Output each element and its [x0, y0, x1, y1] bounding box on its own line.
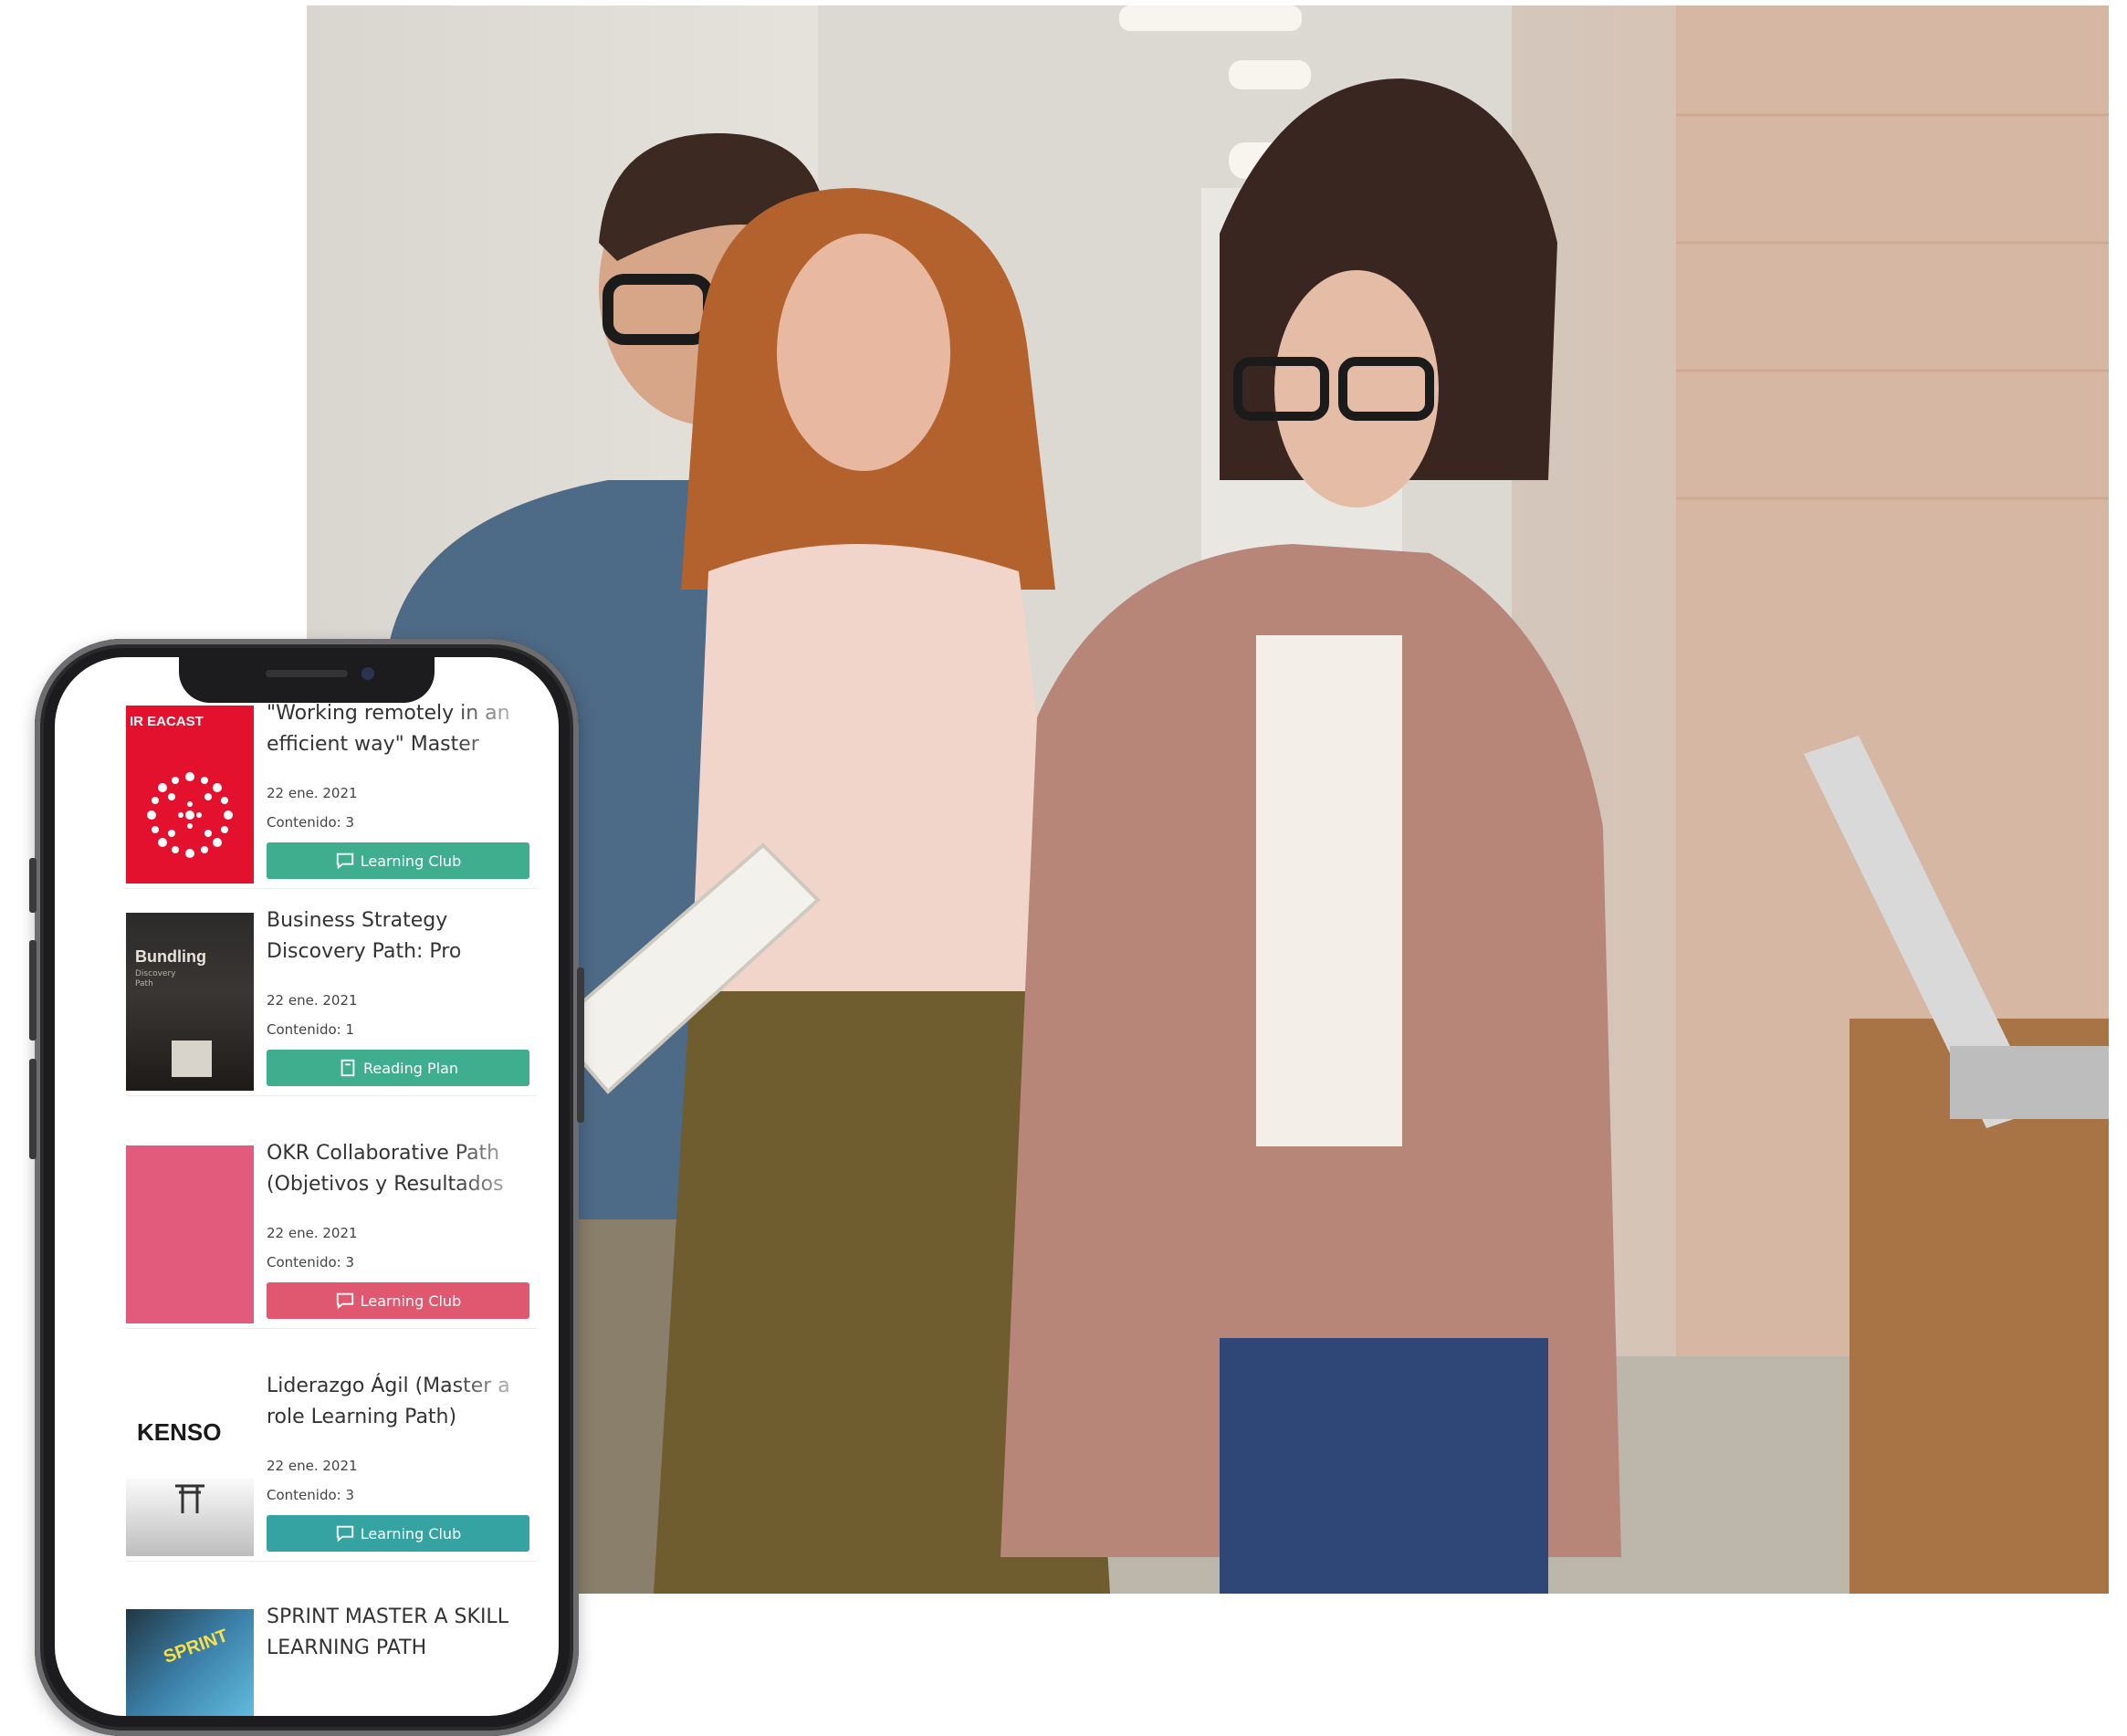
- card-title: "Working remotely in an efficient way" M…: [267, 702, 510, 756]
- power-button: [577, 967, 584, 1123]
- card-title: Business Strategy Discovery Path: Pro: [267, 909, 462, 963]
- chat-icon: [336, 1292, 353, 1310]
- thumbnail-sublabel: Discovery Path: [135, 969, 176, 988]
- thumbnail-label: KENSO: [137, 1418, 222, 1446]
- card-body: Business Strategy Discovery Path: Pro 22…: [267, 905, 531, 1086]
- chat-icon: [336, 852, 353, 870]
- mute-switch: [29, 858, 37, 913]
- card-thumbnail: [126, 1145, 254, 1323]
- list-item[interactable]: Bundling Discovery Path Business Strateg…: [126, 905, 537, 1096]
- torii-gate-icon: [175, 1484, 204, 1513]
- speaker-grille: [266, 670, 348, 677]
- list-item[interactable]: SPRINT SPRINT MASTER A SKILL LEARNING PA…: [126, 1602, 537, 1716]
- card-date: 22 ene. 2021: [267, 1458, 358, 1474]
- card-title: Liderazgo Ágil (Master a role Learning P…: [267, 1375, 510, 1428]
- card-date: 22 ene. 2021: [267, 1225, 358, 1241]
- badge-label: Learning Club: [360, 1524, 462, 1543]
- badge-label: Reading Plan: [362, 1059, 459, 1077]
- card-title: SPRINT MASTER A SKILL LEARNING PATH: [267, 1605, 508, 1659]
- thumbnail-label: SPRINT: [161, 1626, 231, 1668]
- card-content-count: Contenido: 3: [267, 1487, 355, 1503]
- learning-club-badge[interactable]: Learning Club: [267, 842, 529, 879]
- learning-club-badge[interactable]: Learning Club: [267, 1282, 529, 1319]
- card-content-count: Contenido: 1: [267, 1021, 355, 1038]
- card-date: 22 ene. 2021: [267, 992, 358, 1009]
- card-thumbnail: Bundling Discovery Path: [126, 913, 254, 1091]
- volume-down-button: [29, 1059, 37, 1159]
- card-body: OKR Collaborative Path (Objetivos y Resu…: [267, 1138, 531, 1319]
- reading-plan-badge[interactable]: Reading Plan: [267, 1050, 529, 1086]
- learning-club-badge[interactable]: Learning Club: [267, 1515, 529, 1552]
- list-item[interactable]: IR EACAST "Working remotely in an effici…: [126, 698, 537, 889]
- card-date: 22 ene. 2021: [267, 785, 358, 801]
- card-body: Liderazgo Ágil (Master a role Learning P…: [267, 1371, 531, 1552]
- dot-burst-icon: [147, 772, 233, 858]
- chat-icon: [336, 1525, 353, 1543]
- smartphone-mockup: IR EACAST "Working remotely in an effici…: [29, 639, 584, 1736]
- volume-up-button: [29, 940, 37, 1041]
- badge-label: Learning Club: [360, 1292, 462, 1310]
- phone-notch: [179, 657, 435, 703]
- card-content-count: Contenido: 3: [267, 1254, 355, 1271]
- book-icon: [341, 1059, 355, 1077]
- card-content-count: Contenido: 3: [267, 814, 355, 831]
- card-thumbnail: IR EACAST: [126, 706, 254, 884]
- thumbnail-label: Bundling: [135, 947, 206, 966]
- phone-screen: IR EACAST "Working remotely in an effici…: [55, 657, 559, 1716]
- card-thumbnail: KENSO: [126, 1378, 254, 1556]
- front-camera: [361, 667, 374, 680]
- list-item[interactable]: KENSO Liderazgo Ágil (Master a role Lear…: [126, 1371, 537, 1562]
- badge-label: Learning Club: [360, 852, 462, 870]
- list-item[interactable]: OKR Collaborative Path (Objetivos y Resu…: [126, 1138, 537, 1329]
- card-body: SPRINT MASTER A SKILL LEARNING PATH: [267, 1602, 531, 1664]
- card-title: OKR Collaborative Path (Objetivos y Resu…: [267, 1142, 504, 1196]
- card-thumbnail: SPRINT: [126, 1609, 254, 1716]
- gift-box-image: [172, 1041, 212, 1077]
- card-body: "Working remotely in an efficient way" M…: [267, 698, 531, 879]
